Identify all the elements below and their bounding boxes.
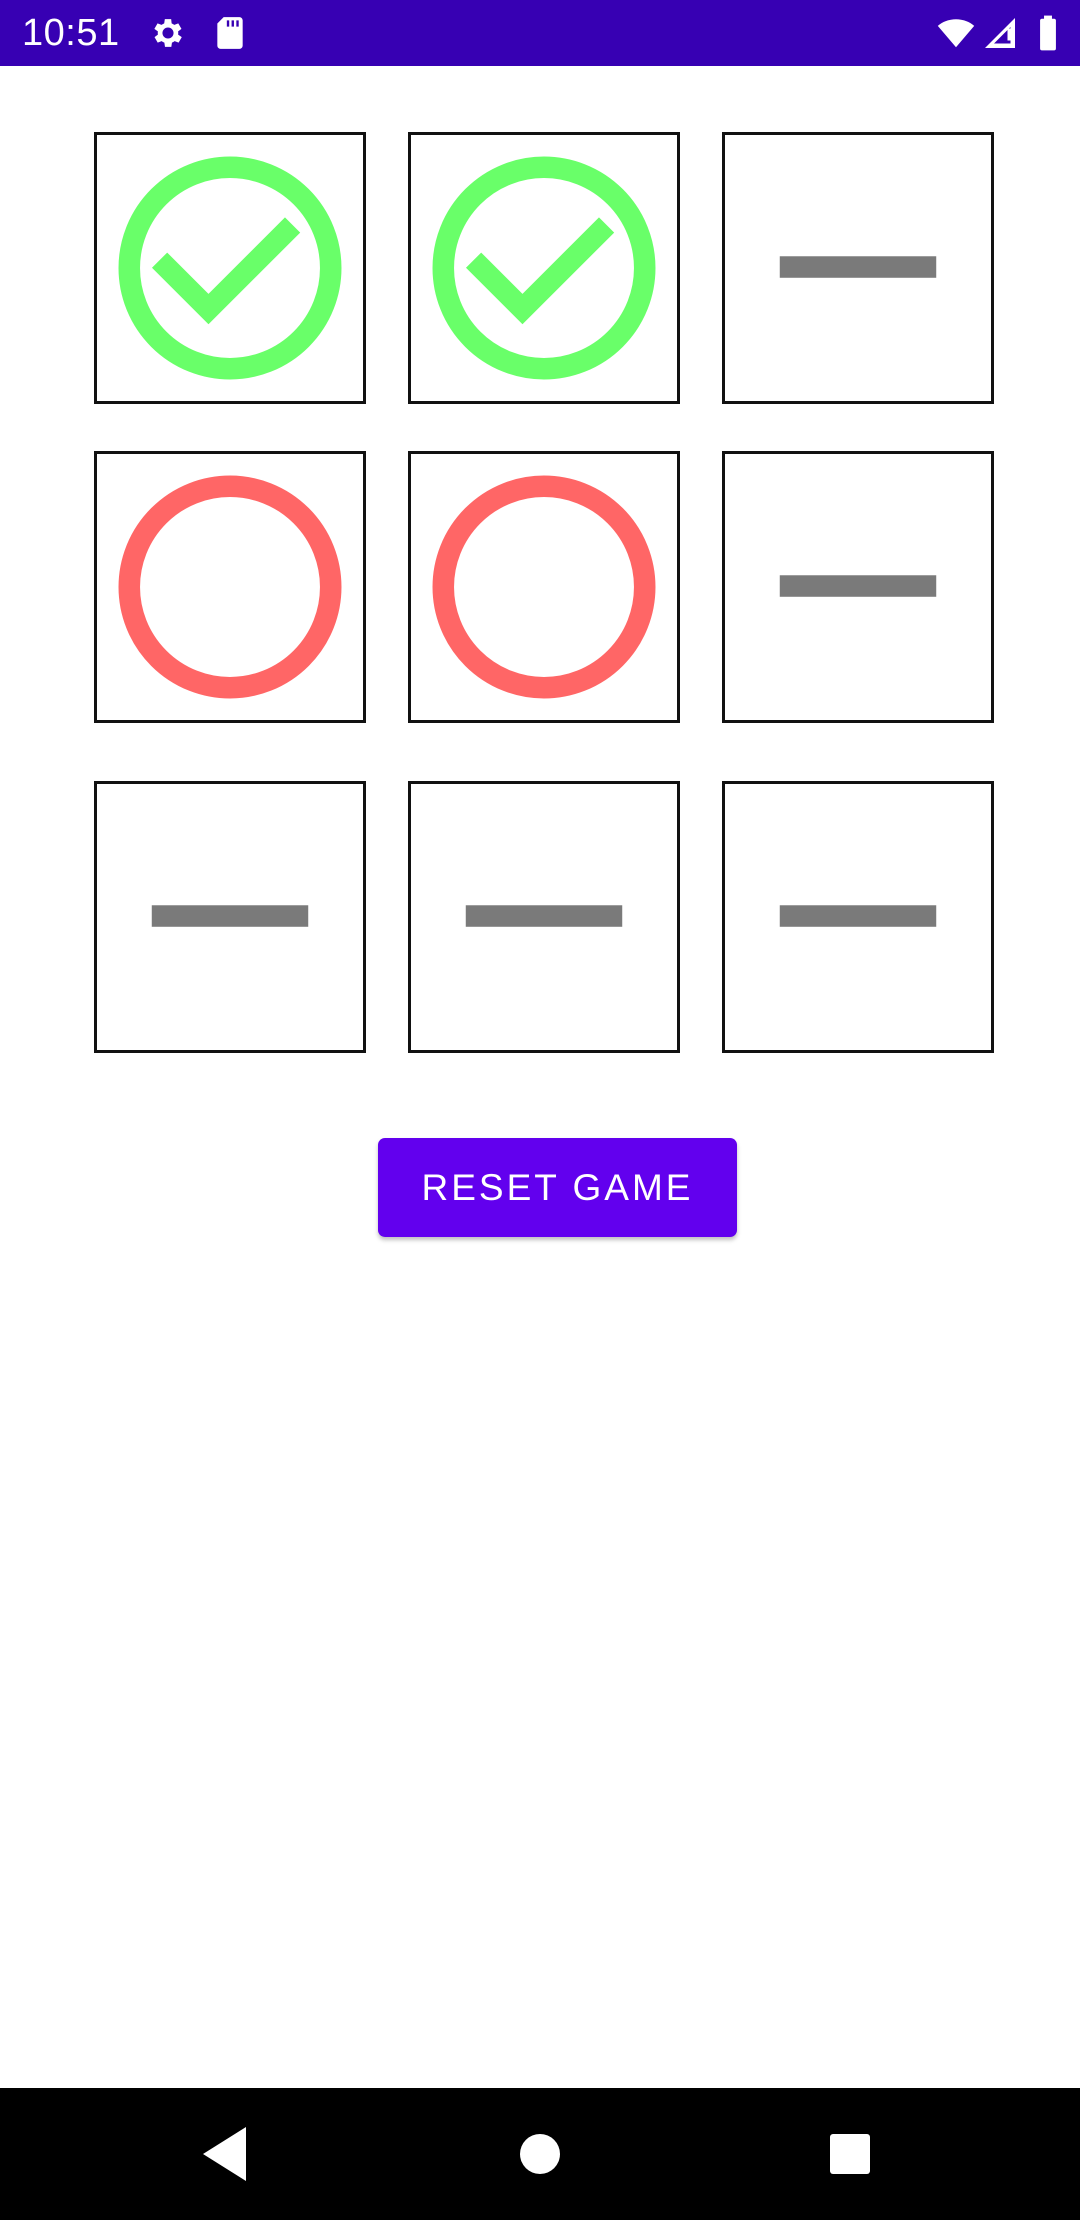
reset-game-button[interactable]: RESET GAME (378, 1138, 737, 1237)
board-cell-0-0[interactable] (94, 132, 366, 404)
board-cell-2-2[interactable] (722, 781, 994, 1053)
home-icon[interactable] (500, 2114, 580, 2194)
dash-icon (151, 905, 309, 927)
dash-icon (465, 905, 623, 927)
game-board (0, 0, 1080, 1100)
recents-icon[interactable] (810, 2114, 890, 2194)
board-cell-0-2[interactable] (722, 132, 994, 404)
dash-icon (779, 256, 937, 278)
back-icon[interactable] (186, 2114, 266, 2194)
circle-icon (432, 475, 656, 699)
board-cell-1-2[interactable] (722, 451, 994, 723)
board-cell-1-0[interactable] (94, 451, 366, 723)
check-circle-icon (118, 156, 342, 380)
circle-icon (118, 475, 342, 699)
board-cell-0-1[interactable] (408, 132, 680, 404)
navigation-bar (0, 2088, 1080, 2220)
dash-icon (779, 905, 937, 927)
board-cell-1-1[interactable] (408, 451, 680, 723)
board-cell-2-1[interactable] (408, 781, 680, 1053)
board-cell-2-0[interactable] (94, 781, 366, 1053)
check-circle-icon (432, 156, 656, 380)
dash-icon (779, 575, 937, 597)
